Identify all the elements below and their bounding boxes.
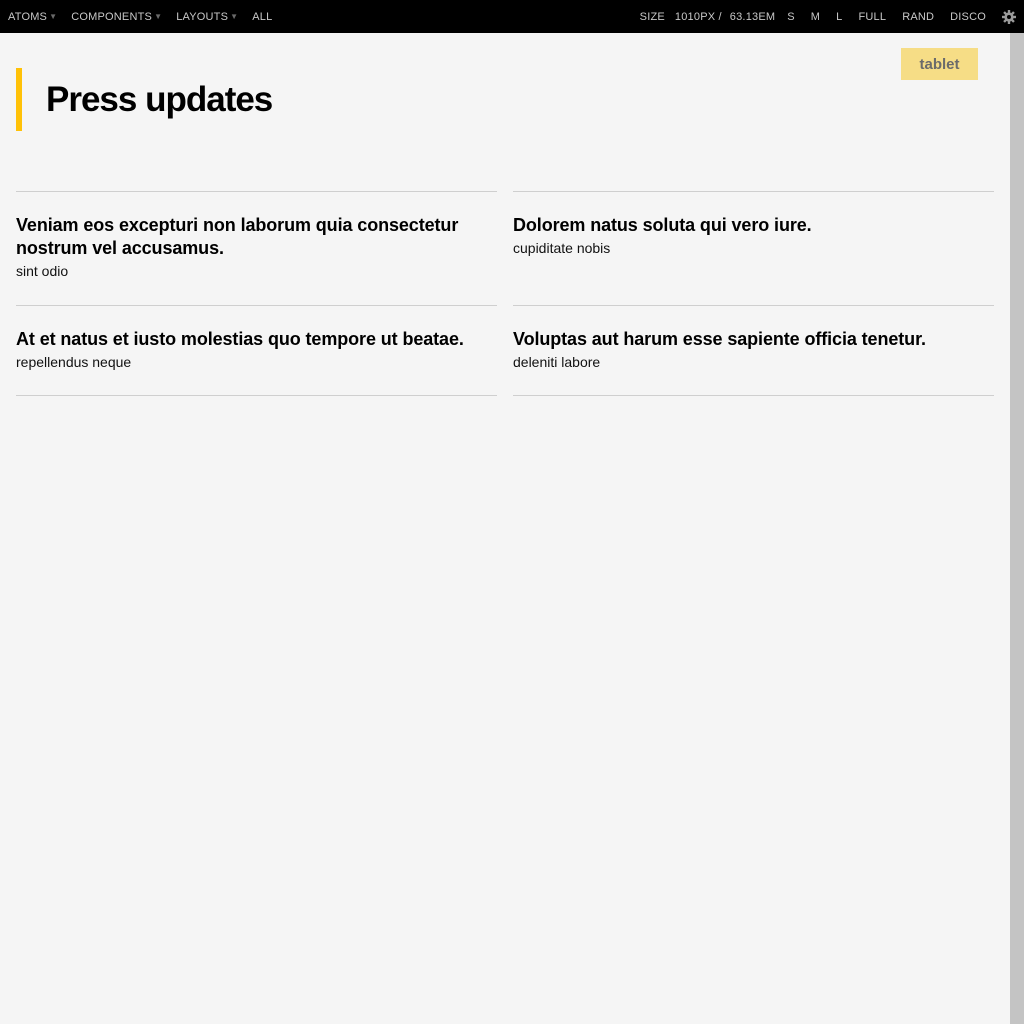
size-small-button[interactable]: S (779, 0, 803, 33)
gear-icon[interactable] (994, 0, 1024, 33)
menu-all[interactable]: ALL (245, 0, 279, 33)
press-item-source: repellendus neque (16, 354, 132, 370)
caret-down-icon: ▼ (49, 12, 58, 21)
press-item[interactable]: Veniam eos excepturi non laborum quia co… (16, 191, 497, 305)
press-list: Veniam eos excepturi non laborum quia co… (16, 191, 994, 396)
size-em-value: 63.13 (729, 10, 759, 23)
press-item-source: deleniti labore (513, 354, 601, 370)
pattern-viewport: tablet Press updates Veniam eos exceptur… (0, 33, 1010, 1024)
pattern-nav: ATOMS ▼ COMPONENTS ▼ LAYOUTS ▼ ALL (0, 0, 279, 33)
press-item-source: cupiditate nobis (513, 240, 611, 256)
viewport-resize-handle[interactable] (1010, 33, 1024, 1024)
menu-layouts[interactable]: LAYOUTS ▼ (169, 0, 245, 33)
size-full-button[interactable]: FULL (850, 0, 894, 33)
size-em-display[interactable]: 63.13EM (726, 11, 779, 23)
press-item-title[interactable]: Veniam eos excepturi non laborum quia co… (16, 214, 497, 260)
size-px-display[interactable]: 1010PX / (671, 11, 726, 23)
size-disco-button[interactable]: DISCO (942, 0, 994, 33)
size-label: SIZE (639, 10, 665, 23)
menu-components-label: COMPONENTS (71, 10, 153, 23)
size-px-value: 1010 (674, 10, 701, 23)
gear-icon-svg (1002, 9, 1016, 24)
press-item[interactable]: Voluptas aut harum esse sapiente officia… (513, 305, 994, 396)
press-item-title[interactable]: Dolorem natus soluta qui vero iure. (513, 214, 994, 237)
menu-layouts-label: LAYOUTS (176, 10, 229, 23)
page-title: Press updates (46, 79, 273, 119)
section-header: Press updates (16, 68, 273, 131)
caret-down-icon: ▼ (154, 12, 163, 21)
size-medium-button[interactable]: M (803, 0, 828, 33)
menu-all-label: ALL (252, 10, 273, 23)
menu-atoms-label: ATOMS (8, 10, 48, 23)
size-px-unit: PX / (700, 10, 722, 23)
press-item[interactable]: At et natus et iusto molestias quo tempo… (16, 305, 497, 396)
press-item-title[interactable]: At et natus et iusto molestias quo tempo… (16, 328, 497, 351)
press-item-source: sint odio (16, 263, 69, 279)
press-item[interactable]: Dolorem natus soluta qui vero iure. cupi… (513, 191, 994, 305)
size-em-unit: EM (758, 10, 776, 23)
menu-atoms[interactable]: ATOMS ▼ (0, 0, 64, 33)
menu-components[interactable]: COMPONENTS ▼ (64, 0, 169, 33)
press-item-title[interactable]: Voluptas aut harum esse sapiente officia… (513, 328, 994, 351)
size-large-button[interactable]: L (828, 0, 850, 33)
caret-down-icon: ▼ (230, 12, 239, 21)
breakpoint-badge: tablet (901, 48, 978, 80)
size-random-button[interactable]: RAND (894, 0, 942, 33)
viewport-controls: SIZE 1010PX / 63.13EM S M L FULL RAND DI… (640, 0, 1024, 33)
toolbar: ATOMS ▼ COMPONENTS ▼ LAYOUTS ▼ ALL SIZE 101… (0, 0, 1024, 33)
